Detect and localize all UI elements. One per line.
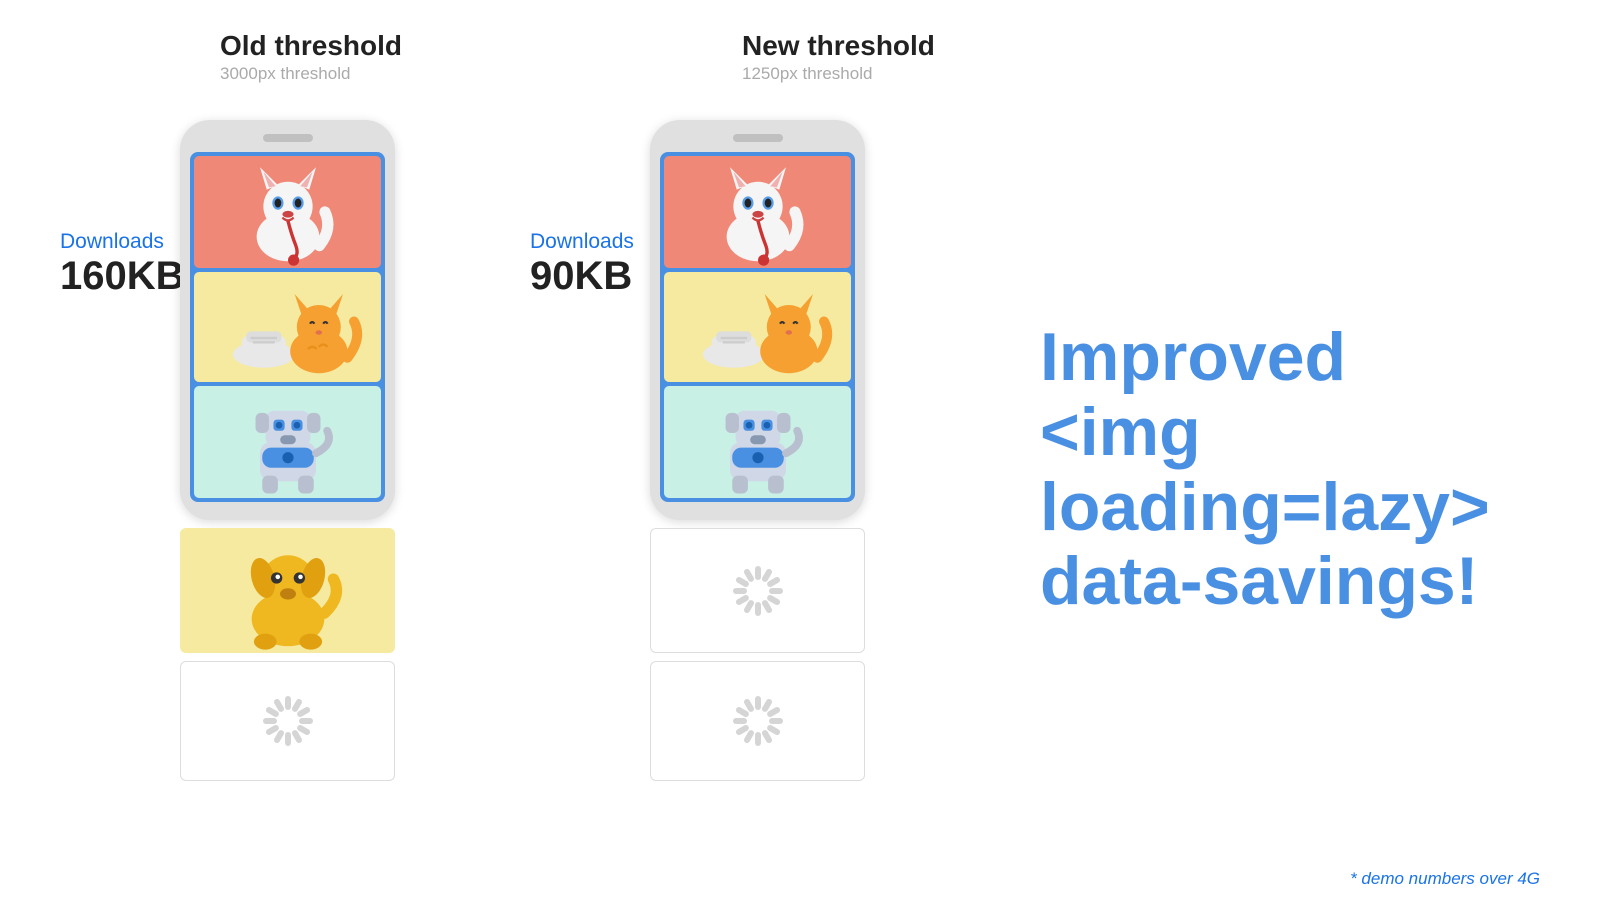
right-text-section: Improved <img loading=lazy> data-savings… (960, 120, 1540, 781)
orange-cat-illustration-2 (678, 272, 838, 382)
new-threshold-title: New threshold (742, 30, 935, 62)
new-card-orange-cat (664, 272, 851, 382)
new-card-robot-dog (664, 386, 851, 498)
old-card-orange-cat (194, 272, 381, 382)
new-loading-card-2 (650, 661, 865, 781)
orange-cat-illustration (208, 272, 368, 382)
tagline-line1: Improved (1040, 320, 1540, 395)
phone-speaker (263, 134, 313, 142)
yellow-dog-illustration (188, 528, 388, 653)
old-threshold-block: Old threshold 3000px threshold (220, 30, 402, 84)
old-phone-screen (190, 152, 385, 502)
old-card-cat (194, 156, 381, 268)
old-threshold-section: Downloads 160KB (60, 120, 490, 781)
old-threshold-title: Old threshold (220, 30, 402, 62)
main-container: Old threshold 3000px threshold New thres… (0, 0, 1600, 919)
tagline-line2: <img loading=lazy> (1040, 395, 1540, 545)
new-below-fold (650, 528, 865, 781)
old-loading-card (180, 661, 395, 781)
loading-spinner-new-2 (728, 691, 788, 751)
robot-dog-illustration (208, 386, 368, 498)
new-downloads-info: Downloads 90KB (530, 120, 650, 298)
old-downloads-info: Downloads 160KB (60, 120, 180, 298)
old-phone-column (180, 120, 395, 781)
new-card-cat (664, 156, 851, 268)
new-threshold-section: Downloads 90KB (530, 120, 960, 781)
cat-illustration-2 (678, 156, 838, 268)
old-card-robot-dog (194, 386, 381, 498)
tagline-line3: data-savings! (1040, 544, 1540, 619)
new-downloads-label: Downloads (530, 230, 640, 254)
new-phone-column (650, 120, 865, 781)
new-threshold-sub: 1250px threshold (742, 64, 935, 84)
old-below-fold (180, 528, 395, 781)
new-phone-screen (660, 152, 855, 502)
tagline: Improved <img loading=lazy> data-savings… (1040, 320, 1540, 619)
new-threshold-block: New threshold 1250px threshold (742, 30, 935, 84)
cat-illustration (208, 156, 368, 268)
phone-speaker-new (733, 134, 783, 142)
robot-dog-illustration-2 (678, 386, 838, 498)
old-phone-mockup (180, 120, 395, 520)
demo-note: * demo numbers over 4G (1350, 869, 1540, 889)
loading-spinner-new-1 (728, 561, 788, 621)
loading-spinner-old (258, 691, 318, 751)
old-downloads-label: Downloads (60, 230, 170, 254)
new-phone-mockup (650, 120, 865, 520)
old-yellow-dog-card (180, 528, 395, 653)
new-downloads-size: 90KB (530, 254, 640, 298)
new-loading-card-1 (650, 528, 865, 653)
old-downloads-size: 160KB (60, 254, 170, 298)
old-threshold-sub: 3000px threshold (220, 64, 402, 84)
